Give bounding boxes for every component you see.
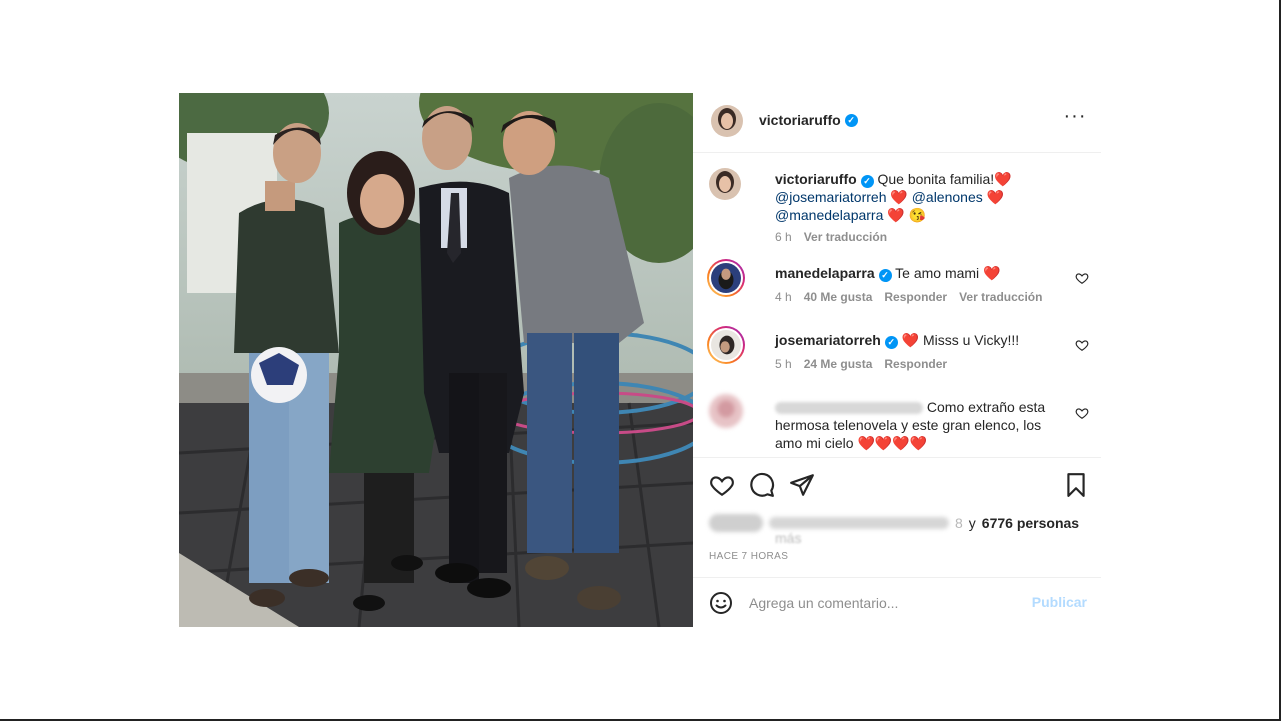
comment-time[interactable]: 4 h <box>775 290 792 304</box>
liker-avatars <box>709 514 763 532</box>
heart-emoji: ❤️ <box>887 207 905 223</box>
heart-emoji: ❤️ <box>983 265 1001 281</box>
avatar[interactable] <box>709 394 743 428</box>
publish-button[interactable]: Publicar <box>1032 594 1087 610</box>
share-icon[interactable] <box>789 472 815 498</box>
bookmark-icon[interactable] <box>1063 472 1089 498</box>
more-icon[interactable]: ··· <box>1063 106 1087 133</box>
comment-meta: 4 h 40 Me gusta Responder Ver traducción <box>775 290 1042 304</box>
caption-username[interactable]: victoriaruffo <box>775 171 857 187</box>
heart-emoji: ❤️❤️❤️❤️ <box>857 435 928 451</box>
post-image <box>179 93 693 627</box>
emoji-icon[interactable] <box>709 591 733 615</box>
verified-icon: ✓ <box>878 269 892 282</box>
comment-text: Como extraño esta hermosa telenovela y e… <box>775 398 1071 452</box>
comment-username[interactable]: manedelaparra <box>775 265 875 281</box>
heart-icon[interactable] <box>1075 338 1089 352</box>
kiss-emoji: 😘 <box>908 207 927 223</box>
avatar[interactable] <box>709 168 741 200</box>
comment-input[interactable] <box>749 592 1019 614</box>
comment-message: Te amo mami <box>895 265 980 281</box>
heart-icon[interactable] <box>1075 406 1089 420</box>
post-header: victoriaruffo ✓ ··· <box>693 93 1101 153</box>
heart-icon[interactable] <box>709 472 735 498</box>
reply-button[interactable]: Responder <box>884 290 947 304</box>
post-photo[interactable] <box>179 93 693 627</box>
comment-username[interactable]: josemariatorreh <box>775 332 881 348</box>
heart-emoji: ❤️ <box>890 189 908 205</box>
mention-link[interactable]: @alenones <box>912 189 983 205</box>
likes-partial-digit: 8 <box>955 515 963 531</box>
heart-emoji: ❤️ <box>901 332 920 348</box>
likes-more: más <box>775 530 802 546</box>
comment-text: manedelaparra ✓ Te amo mami ❤️ <box>775 264 1071 282</box>
mention-link[interactable]: @josemariatorreh <box>775 189 886 205</box>
post-timestamp[interactable]: HACE 7 HORAS <box>709 551 788 562</box>
comment-likes[interactable]: 24 Me gusta <box>804 357 873 371</box>
verified-icon: ✓ <box>844 113 858 127</box>
likes-prefix: y <box>968 515 976 531</box>
comment-message: Misss u Vicky!!! <box>922 332 1020 348</box>
caption-message: Que bonita familia! <box>877 171 995 187</box>
post-actions: 8 y 6776 personas más HACE 7 HORAS <box>693 457 1101 577</box>
caption-text: victoriaruffo ✓ Que bonita familia!❤️ @j… <box>775 170 1075 224</box>
translate-button[interactable]: Ver traducción <box>804 230 887 244</box>
comment-icon[interactable] <box>749 472 775 498</box>
caption-meta: 6 h Ver traducción <box>775 230 887 244</box>
avatar[interactable] <box>707 326 745 364</box>
blurred-likers <box>769 517 949 529</box>
header-username-row[interactable]: victoriaruffo ✓ <box>759 112 858 128</box>
comment-meta: 5 h 24 Me gusta Responder <box>775 357 947 371</box>
heart-emoji: ❤️ <box>986 189 1005 205</box>
likes-summary[interactable]: 8 y 6776 personas <box>709 514 1079 532</box>
comment-time[interactable]: 6 h <box>775 230 792 244</box>
comments-list[interactable]: victoriaruffo ✓ Que bonita familia!❤️ @j… <box>693 154 1101 456</box>
heart-icon[interactable] <box>1075 271 1089 285</box>
heart-emoji: ❤️ <box>994 171 1012 187</box>
comment-text: josemariatorreh ✓ ❤️ Misss u Vicky!!! <box>775 331 1071 349</box>
header-username[interactable]: victoriaruffo <box>759 112 841 128</box>
avatar[interactable] <box>711 105 743 137</box>
likes-count[interactable]: 6776 personas <box>982 515 1079 531</box>
post-side-panel: victoriaruffo ✓ ··· victoriaruffo ✓ Que … <box>693 93 1101 627</box>
translate-button[interactable]: Ver traducción <box>959 290 1042 304</box>
mention-link[interactable]: @manedelaparra <box>775 207 883 223</box>
add-comment-bar: Publicar <box>693 577 1101 627</box>
reply-button[interactable]: Responder <box>884 357 947 371</box>
instagram-post: victoriaruffo ✓ ··· victoriaruffo ✓ Que … <box>179 93 1101 627</box>
comment-time[interactable]: 5 h <box>775 357 792 371</box>
verified-icon: ✓ <box>884 336 898 349</box>
avatar[interactable] <box>707 259 745 297</box>
verified-icon: ✓ <box>860 175 874 188</box>
blurred-username <box>775 402 923 415</box>
comment-likes[interactable]: 40 Me gusta <box>804 290 873 304</box>
